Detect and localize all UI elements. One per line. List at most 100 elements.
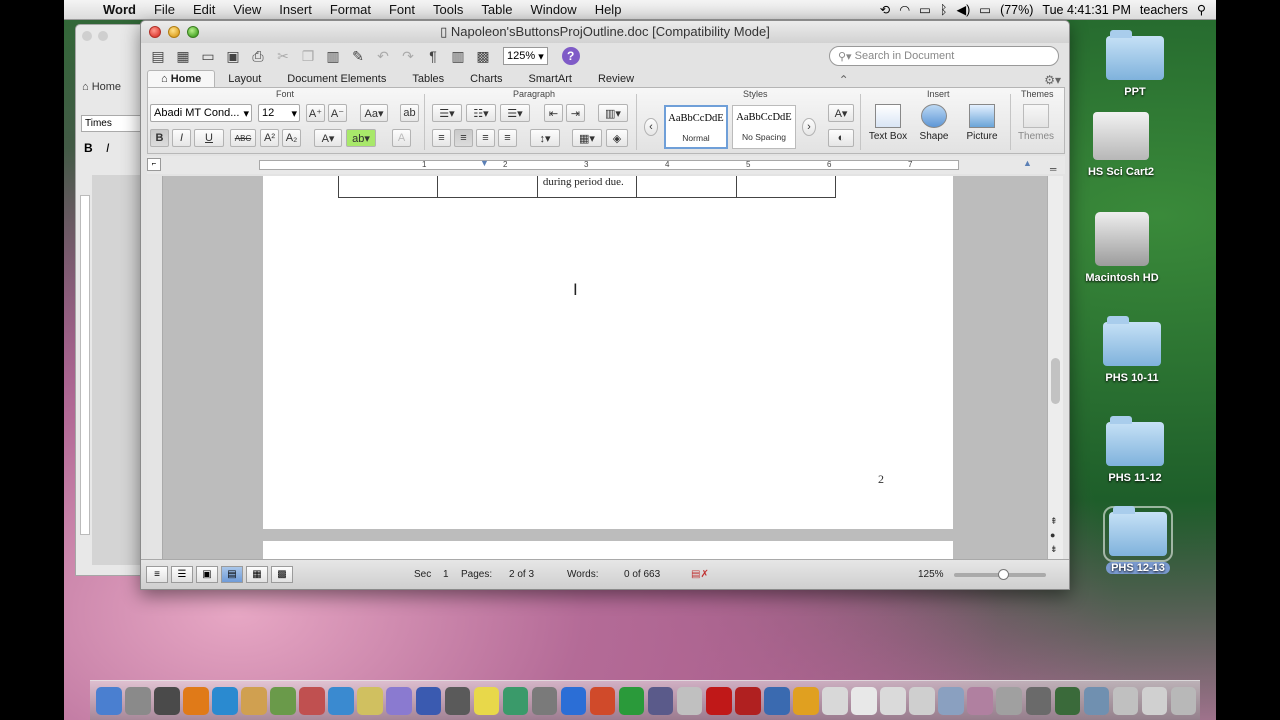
clear-formatting-icon[interactable]: ab: [400, 104, 419, 122]
document2-icon[interactable]: [880, 686, 906, 715]
launchpad-icon[interactable]: [125, 686, 151, 715]
zoom-slider[interactable]: [954, 569, 1046, 580]
textedit-icon[interactable]: [822, 686, 848, 715]
volume-icon[interactable]: ◀): [956, 2, 970, 17]
templates-icon[interactable]: ▦: [172, 46, 194, 66]
quicktime-icon[interactable]: [764, 686, 790, 715]
publishing-view-icon[interactable]: ▣: [196, 566, 218, 583]
right-indent-marker-icon[interactable]: ▲: [1023, 158, 1032, 168]
styles-next-icon[interactable]: ›: [802, 118, 816, 136]
browse-object-icon[interactable]: ●: [1050, 530, 1055, 540]
document-icon[interactable]: [851, 686, 877, 715]
previous-page-icon[interactable]: ⇞: [1050, 516, 1058, 527]
notebook-view-icon[interactable]: ▦: [246, 566, 268, 583]
shrink-font-icon[interactable]: A⁻: [328, 104, 347, 122]
charts-icon[interactable]: [502, 686, 529, 715]
stickies-icon[interactable]: [473, 686, 500, 715]
draft-view-icon[interactable]: ≡: [146, 566, 168, 583]
desktop-folder-phs-12-13[interactable]: PHS 12-13: [1083, 506, 1193, 574]
change-case-icon[interactable]: Aa▾: [360, 104, 388, 122]
bluetooth-icon[interactable]: ᛒ: [940, 3, 948, 17]
menu-tools[interactable]: Tools: [424, 2, 472, 17]
align-left-icon[interactable]: ≡: [432, 129, 451, 147]
window-thumb6-icon[interactable]: [1083, 686, 1110, 715]
themes-button[interactable]: Themes: [1014, 104, 1058, 142]
text-effects-icon[interactable]: A: [392, 129, 411, 147]
menu-file[interactable]: File: [145, 2, 184, 17]
decrease-indent-icon[interactable]: ⇤: [544, 104, 563, 122]
desktop-disk-macintosh-hd[interactable]: Macintosh HD: [1067, 212, 1177, 284]
numbering-icon[interactable]: ☷▾: [466, 104, 496, 122]
tab-layout[interactable]: Layout: [215, 71, 274, 87]
left-indent-marker-icon[interactable]: ▼: [480, 158, 489, 168]
insert-text-box-button[interactable]: Text Box: [866, 104, 910, 142]
font-size-select[interactable]: 12 ▾: [258, 104, 300, 122]
window-thumb3-icon[interactable]: [996, 686, 1022, 715]
insert-shape-button[interactable]: Shape: [912, 104, 956, 142]
document-area[interactable]: during period due. Ⅰ 2: [147, 176, 1049, 559]
print-layout-view-icon[interactable]: ▤: [221, 566, 243, 583]
excel-icon[interactable]: [618, 686, 645, 715]
underline-button[interactable]: U: [194, 129, 224, 147]
people-icon[interactable]: [212, 686, 238, 715]
tab-document-elements[interactable]: Document Elements: [274, 71, 399, 87]
scroll-split-icon[interactable]: ═: [1050, 164, 1056, 174]
flower-icon[interactable]: [793, 686, 819, 715]
bg-close-button[interactable]: [82, 31, 92, 41]
firefox-icon[interactable]: [183, 686, 209, 715]
highlight-icon[interactable]: ab▾: [346, 129, 376, 147]
save-icon[interactable]: ▣: [222, 46, 244, 66]
photobooth-icon[interactable]: [676, 686, 703, 715]
increase-indent-icon[interactable]: ⇥: [566, 104, 585, 122]
menu-format[interactable]: Format: [321, 2, 380, 17]
mission-control-icon[interactable]: [154, 686, 180, 715]
open-icon[interactable]: ▭: [197, 46, 219, 66]
desktop-printer-hs-sci-cart2[interactable]: HS Sci Cart2: [1066, 112, 1176, 178]
menu-app-word[interactable]: Word: [94, 2, 145, 17]
ribbon-settings-icon[interactable]: ⚙▾: [1040, 73, 1065, 87]
battery-icon[interactable]: ▭: [979, 2, 991, 17]
preview-icon[interactable]: [386, 686, 413, 715]
search-input[interactable]: ⚲▾ Search in Document: [829, 46, 1059, 66]
system-prefs-icon[interactable]: [531, 686, 558, 715]
window-thumb2-icon[interactable]: [967, 686, 993, 715]
font-color-icon[interactable]: A▾: [314, 129, 342, 147]
acrobat-icon[interactable]: [705, 686, 732, 715]
camera-icon[interactable]: [647, 686, 674, 715]
table-cell[interactable]: [339, 176, 439, 197]
tab-home[interactable]: ⌂ Home: [147, 70, 216, 87]
window-thumb-icon[interactable]: [938, 686, 964, 715]
tab-smartart[interactable]: SmartArt: [516, 71, 585, 87]
menu-table[interactable]: Table: [472, 2, 521, 17]
text-styles-icon[interactable]: A▾: [828, 104, 854, 122]
grow-font-icon[interactable]: A⁺: [306, 104, 325, 122]
format-painter-icon[interactable]: ✎: [347, 46, 369, 66]
new-document-icon[interactable]: ▤: [147, 46, 169, 66]
title-bar[interactable]: ▯ Napoleon'sButtonsProjOutline.doc [Comp…: [141, 21, 1069, 43]
menu-window[interactable]: Window: [521, 2, 585, 17]
superscript-icon[interactable]: A²: [260, 129, 279, 147]
desktop-folder-ppt[interactable]: PPT: [1080, 30, 1190, 98]
desktop-folder-phs-10-11[interactable]: PHS 10-11: [1077, 316, 1187, 384]
word-icon[interactable]: [560, 686, 587, 715]
vertical-scrollbar[interactable]: ═ ⇞ ● ⇟: [1047, 164, 1063, 559]
time-machine-icon[interactable]: ⟲: [880, 2, 890, 17]
iphoto-icon[interactable]: [270, 686, 296, 715]
collapse-ribbon-icon[interactable]: ⌃: [835, 73, 853, 87]
redo-icon[interactable]: ↷: [397, 46, 419, 66]
justify-icon[interactable]: ≡: [498, 129, 517, 147]
menu-insert[interactable]: Insert: [270, 2, 321, 17]
document3-icon[interactable]: [909, 686, 935, 715]
insert-picture-button[interactable]: Picture: [960, 104, 1004, 142]
desktop-folder-phs-11-12[interactable]: PHS 11-12: [1080, 416, 1190, 484]
menu-help[interactable]: Help: [586, 2, 631, 17]
window-thumb5-icon[interactable]: [1054, 686, 1081, 715]
line-spacing-icon[interactable]: ↕▾: [530, 129, 560, 147]
window-thumb4-icon[interactable]: [1025, 686, 1052, 715]
bg-italic-button[interactable]: I: [106, 141, 109, 155]
next-page[interactable]: [263, 541, 953, 559]
bg-minimize-button[interactable]: [98, 31, 108, 41]
powerpoint-icon[interactable]: [589, 686, 616, 715]
bold-button[interactable]: B: [150, 129, 169, 147]
menu-edit[interactable]: Edit: [184, 2, 224, 17]
